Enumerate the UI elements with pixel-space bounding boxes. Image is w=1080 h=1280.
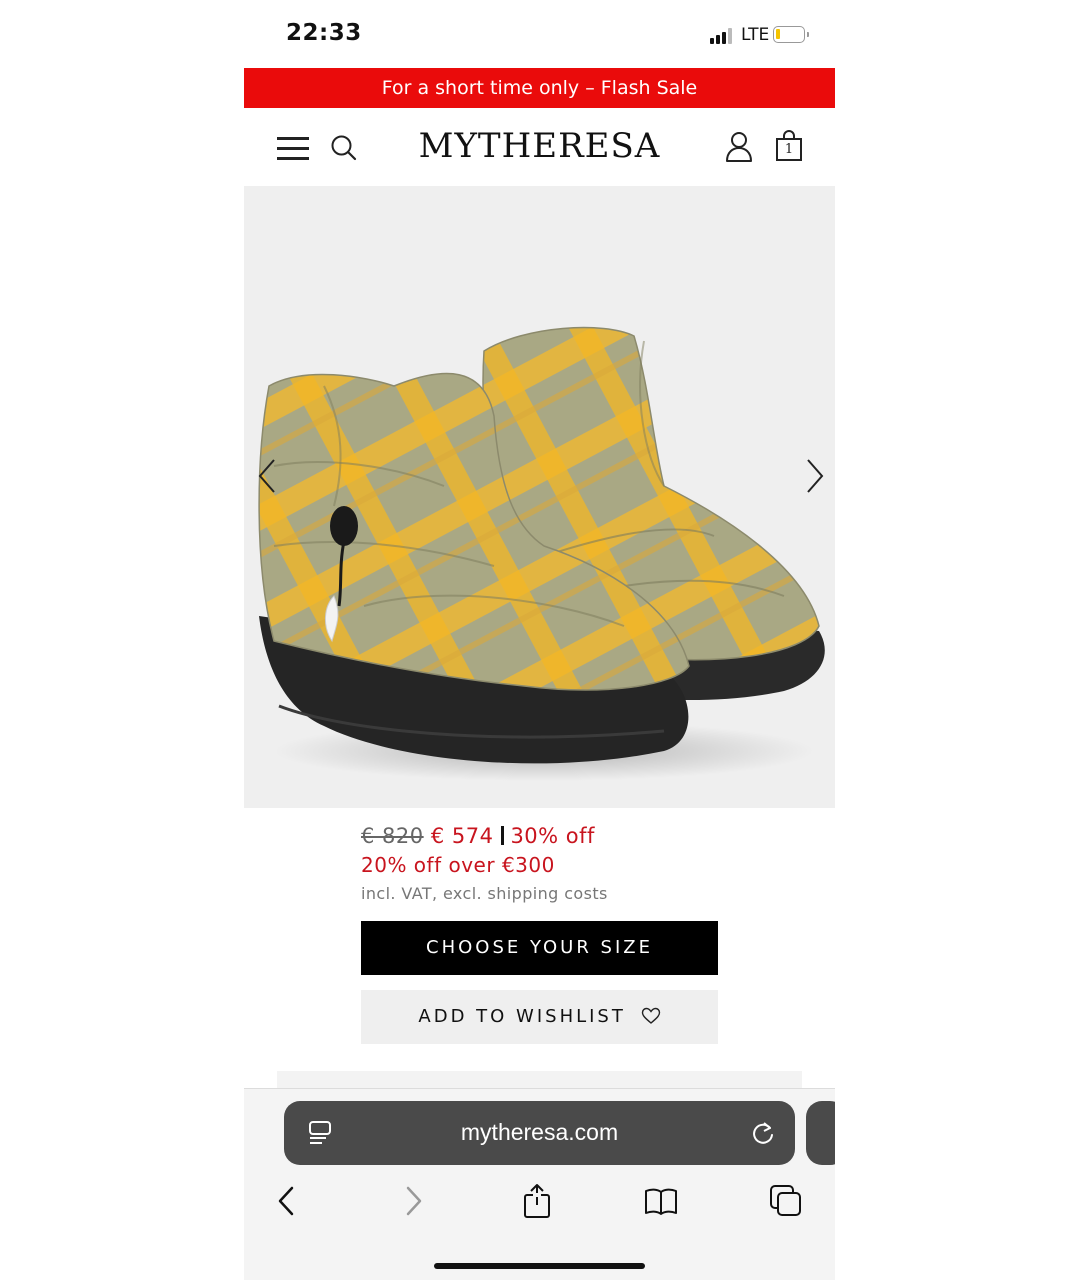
wishlist-label: ADD TO WISHLIST xyxy=(418,1006,626,1027)
price-divider xyxy=(501,826,505,845)
sale-price: € 574 xyxy=(430,824,494,848)
reload-icon[interactable] xyxy=(750,1120,776,1146)
site-header: MYTHERESA 1 xyxy=(244,108,835,186)
share-icon[interactable] xyxy=(519,1183,555,1219)
chevron-right-icon[interactable] xyxy=(800,456,830,496)
vat-note: incl. VAT, excl. shipping costs xyxy=(361,884,608,903)
phone-screen: 22:33 LTE For a short time only – Flash … xyxy=(244,0,835,1280)
status-time: 22:33 xyxy=(286,20,362,46)
cart-count: 1 xyxy=(784,142,794,157)
tabs-icon[interactable] xyxy=(768,1183,804,1219)
choose-size-button[interactable]: CHOOSE YOUR SIZE xyxy=(361,921,718,975)
next-tab-preview[interactable] xyxy=(806,1101,835,1165)
user-icon[interactable] xyxy=(725,131,753,163)
chevron-left-icon[interactable] xyxy=(252,456,282,496)
content-strip xyxy=(277,1071,802,1089)
home-indicator xyxy=(434,1263,645,1269)
url-text[interactable]: mytheresa.com xyxy=(284,1119,795,1146)
price-line: € 820 € 574 30% off xyxy=(361,824,595,848)
browser-toolbar: mytheresa.com xyxy=(244,1088,835,1280)
promo-text: 20% off over €300 xyxy=(361,853,555,877)
battery-icon xyxy=(773,26,809,43)
back-icon[interactable] xyxy=(268,1183,304,1219)
status-bar: 22:33 LTE xyxy=(244,0,835,68)
network-label: LTE xyxy=(741,25,770,45)
forward-icon[interactable] xyxy=(396,1183,432,1219)
product-image-gallery[interactable] xyxy=(244,186,835,808)
product-image xyxy=(258,326,825,781)
add-to-wishlist-button[interactable]: ADD TO WISHLIST xyxy=(361,990,718,1044)
discount-label: 30% off xyxy=(510,824,595,848)
flash-sale-banner[interactable]: For a short time only – Flash Sale xyxy=(244,68,835,108)
bookmarks-icon[interactable] xyxy=(643,1183,679,1219)
bag-icon[interactable]: 1 xyxy=(775,130,803,162)
address-bar[interactable]: mytheresa.com xyxy=(284,1101,795,1165)
heart-icon xyxy=(641,1007,660,1024)
original-price: € 820 xyxy=(361,824,424,848)
signal-icon xyxy=(710,28,734,44)
